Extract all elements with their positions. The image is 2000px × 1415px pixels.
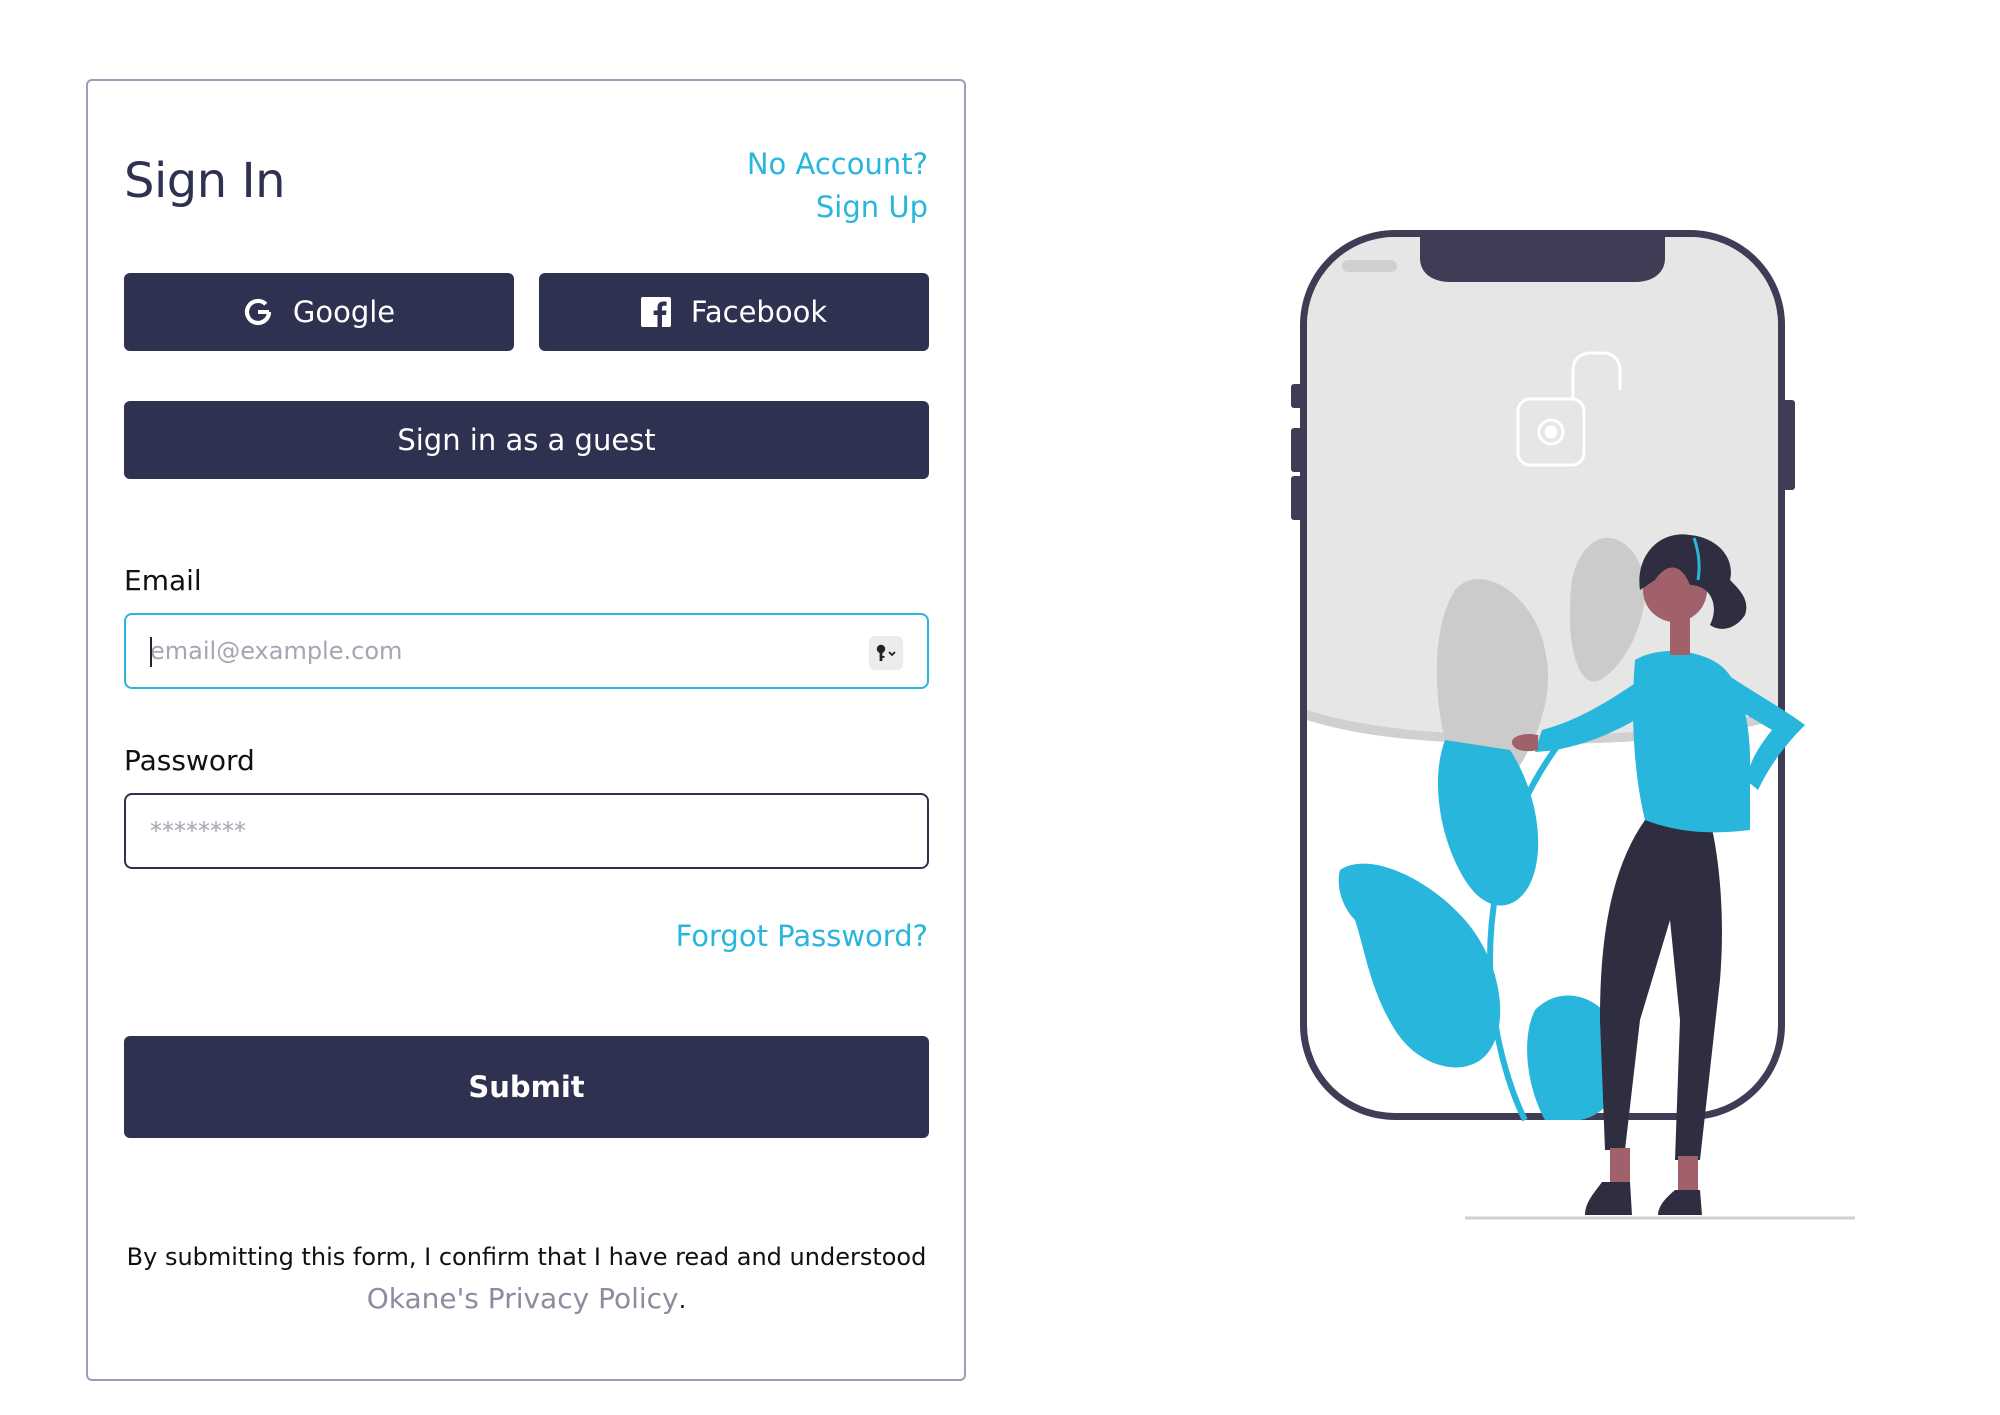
signup-link[interactable]: No Account? Sign Up <box>747 143 928 229</box>
google-icon <box>243 297 273 327</box>
submit-button[interactable]: Submit <box>124 1036 929 1138</box>
password-label: Password <box>124 744 255 777</box>
person-shoe-right <box>1658 1190 1702 1215</box>
signin-card: Sign In No Account? Sign Up Google Faceb… <box>86 79 966 1381</box>
guest-signin-button[interactable]: Sign in as a guest <box>124 401 929 479</box>
no-account-text[interactable]: No Account? <box>747 143 928 186</box>
privacy-policy-link[interactable]: Okane's Privacy Policy <box>367 1282 679 1315</box>
facebook-label: Facebook <box>690 295 828 329</box>
google-button[interactable]: Google <box>124 273 514 351</box>
signup-text[interactable]: Sign Up <box>747 186 928 229</box>
disclaimer-suffix: . <box>678 1286 687 1314</box>
phone-notch <box>1420 237 1665 282</box>
page-title: Sign In <box>124 153 286 209</box>
google-label: Google <box>292 295 396 329</box>
person-shoe-left <box>1585 1182 1632 1215</box>
password-field[interactable] <box>126 795 927 867</box>
phone-speaker <box>1342 260 1397 272</box>
phone-unlock-illustration <box>1291 230 1855 1220</box>
facebook-button[interactable]: Facebook <box>539 273 929 351</box>
keychain-icon[interactable] <box>869 636 903 670</box>
email-field[interactable] <box>126 615 927 687</box>
password-field-wrapper <box>124 793 929 869</box>
forgot-password-link[interactable]: Forgot Password? <box>676 919 928 953</box>
email-label: Email <box>124 564 202 597</box>
privacy-disclaimer: By submitting this form, I confirm that … <box>124 1236 929 1321</box>
email-field-wrapper <box>124 613 929 689</box>
text-cursor <box>150 637 152 667</box>
facebook-icon <box>640 297 671 327</box>
disclaimer-text: By submitting this form, I confirm that … <box>126 1243 927 1271</box>
